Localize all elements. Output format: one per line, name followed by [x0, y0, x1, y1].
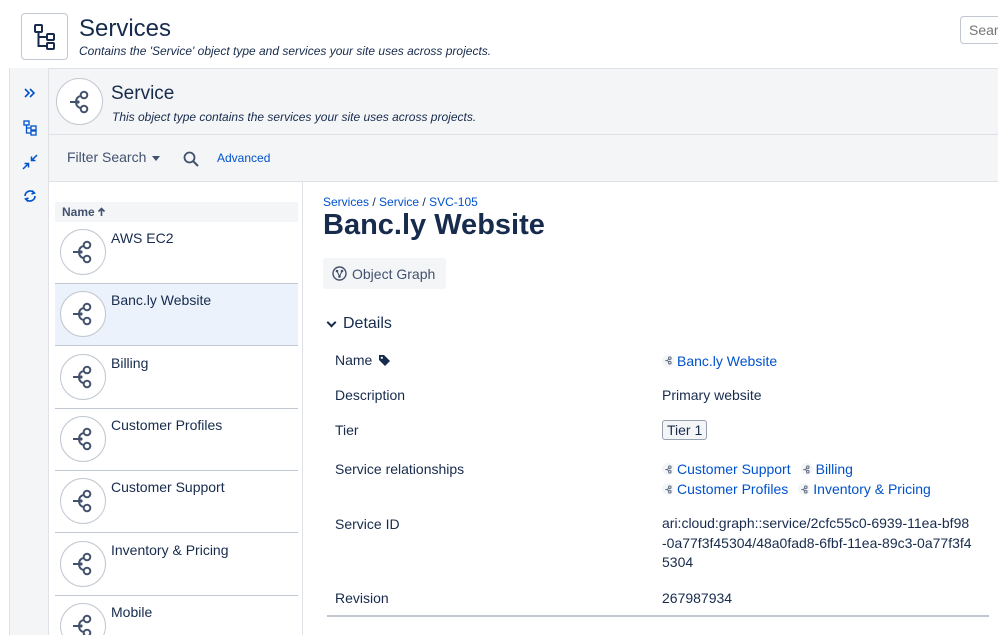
attr-name-value: Banc.ly Website [662, 352, 777, 369]
breadcrumb-object-key[interactable]: SVC-105 [429, 195, 478, 209]
attr-relationships-value: Customer Support Billing Customer Profil… [662, 459, 931, 499]
breadcrumb-services[interactable]: Services [323, 195, 369, 209]
attr-description-value: Primary website [662, 387, 762, 403]
list-item[interactable]: Customer Profiles [55, 408, 298, 471]
object-graph-button[interactable]: Object Graph [323, 258, 446, 289]
arrow-up-icon [97, 207, 105, 216]
relationship-label: Inventory & Pricing [813, 481, 931, 497]
breadcrumb-separator: / [422, 195, 426, 209]
refresh-icon [24, 189, 36, 203]
object-graph-label: Object Graph [352, 265, 436, 282]
list-item-label: Banc.ly Website [111, 292, 212, 309]
relationship-label: Billing [815, 461, 853, 477]
services-logo [21, 13, 68, 60]
relationship-label: Customer Support [677, 461, 791, 477]
service-icon [60, 353, 106, 400]
hierarchy-button[interactable] [19, 117, 41, 139]
relationship-label: Customer Profiles [677, 481, 789, 497]
service-type-avatar [56, 78, 103, 125]
details-section-label: Details [343, 315, 392, 332]
page-header: Services Contains the 'Service' object t… [0, 0, 998, 68]
service-icon [662, 463, 674, 475]
list-item[interactable]: Customer Support [55, 471, 298, 534]
advanced-search-link[interactable]: Advanced [217, 151, 270, 165]
relationship-link[interactable]: Customer Support [662, 461, 791, 477]
list-item[interactable]: AWS EC2 [55, 222, 298, 284]
tag-icon [379, 354, 391, 366]
list-item[interactable]: Inventory & Pricing [55, 533, 298, 596]
page-title: Services [79, 15, 172, 42]
service-icon [60, 540, 106, 587]
expand-button[interactable] [19, 82, 41, 104]
service-icon [60, 415, 106, 462]
service-icon [662, 354, 674, 367]
object-type-header: Service This object type contains the se… [49, 68, 998, 182]
refresh-button[interactable] [19, 185, 41, 207]
service-icon [800, 463, 813, 475]
left-rail [9, 68, 49, 635]
list-item-label: AWS EC2 [111, 230, 174, 246]
service-icon [60, 478, 106, 525]
collapse-button[interactable] [19, 151, 41, 173]
object-title: Banc.ly Website [323, 209, 545, 241]
object-link-label: Banc.ly Website [677, 352, 778, 369]
breadcrumb: Services / Service / SVC-105 [323, 195, 478, 209]
list-item[interactable]: Banc.ly Website [55, 284, 298, 347]
attr-description-label: Description [335, 387, 406, 403]
list-item-label: Inventory & Pricing [111, 541, 229, 558]
list-item-label: Billing [111, 354, 149, 371]
attr-tier-label: Tier [335, 422, 359, 438]
object-link[interactable]: Banc.ly Website [662, 353, 777, 369]
attr-revision-value: 267987934 [662, 590, 733, 606]
list-item[interactable]: Billing [55, 346, 298, 409]
column-header-label: Name [62, 205, 95, 219]
tier-badge: Tier 1 [662, 420, 708, 440]
object-type-subtitle: This object type contains the services y… [112, 110, 477, 124]
list-item[interactable]: Mobile [55, 595, 298, 635]
page-subtitle: Contains the 'Service' object type and s… [79, 44, 492, 58]
breadcrumb-service[interactable]: Service [379, 195, 419, 209]
attr-revision-label: Revision [335, 590, 389, 606]
object-list: Name AWS EC2 Banc.ly Website Billing Custom… [49, 182, 303, 635]
search-input[interactable] [960, 16, 998, 44]
service-icon [60, 602, 106, 635]
graph-icon [332, 266, 347, 281]
relationship-link[interactable]: Inventory & Pricing [798, 481, 931, 497]
attr-service-id-value: ari:cloud:graph::service/2cfc55c0-6939-1… [662, 515, 972, 570]
caret-down-icon [152, 155, 161, 161]
relationship-link[interactable]: Customer Profiles [662, 481, 788, 497]
chevron-down-icon [326, 317, 337, 327]
service-icon [60, 291, 106, 338]
filter-search-label: Filter Search [67, 149, 147, 165]
object-detail: Services / Service / SVC-105 Banc.ly Web… [303, 182, 998, 635]
relationship-link[interactable]: Billing [800, 461, 853, 477]
hierarchy-icon [23, 120, 37, 136]
list-item-label: Customer Support [111, 479, 225, 496]
list-item-label: Customer Profiles [111, 416, 223, 433]
breadcrumb-separator: / [372, 195, 376, 209]
hierarchy-icon [33, 23, 55, 50]
attr-tier-value: Tier 1 [662, 420, 708, 440]
attr-name-label: Name [335, 352, 391, 368]
service-icon [798, 483, 811, 495]
expand-icon [24, 88, 36, 98]
service-icon [69, 90, 88, 113]
collapse-icon [22, 154, 38, 170]
attr-relationships-label: Service relationships [335, 461, 465, 477]
divider [49, 134, 998, 135]
service-icon [662, 483, 674, 495]
details-section-toggle[interactable]: Details [326, 315, 392, 333]
service-icon [60, 229, 106, 275]
divider [327, 615, 989, 617]
object-type-title: Service [111, 83, 175, 104]
attr-service-id-label: Service ID [335, 516, 400, 532]
list-item-label: Mobile [111, 603, 153, 620]
filter-search-dropdown[interactable]: Filter Search [67, 149, 161, 165]
search-icon[interactable] [182, 150, 200, 168]
name-column-header[interactable]: Name [55, 202, 298, 222]
attr-name-label-text: Name [335, 352, 373, 368]
